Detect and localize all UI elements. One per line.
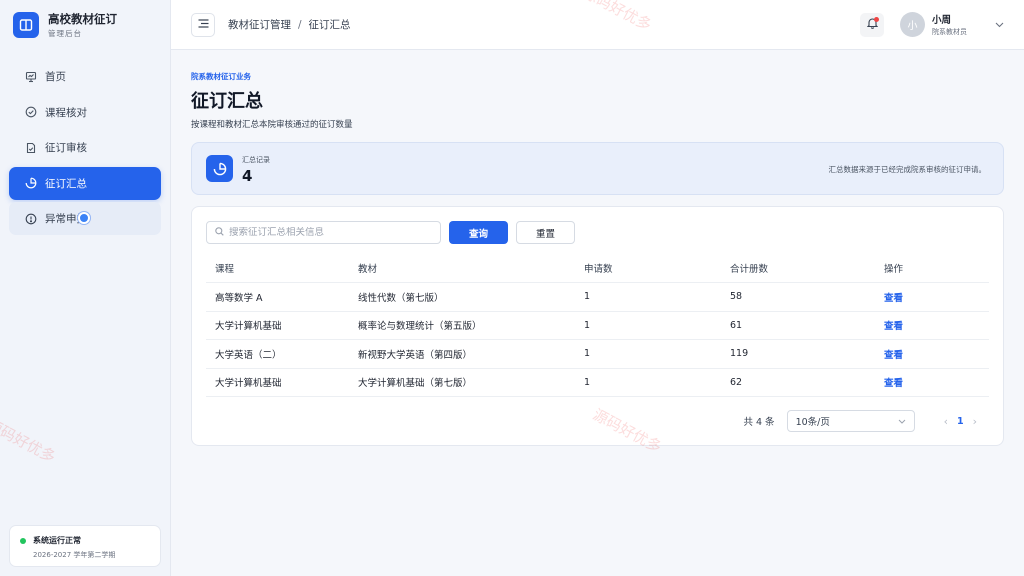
chevron-down-icon xyxy=(898,416,906,427)
table-row: 大学英语（二） 新视野大学英语（第四版） 1 119 查看 xyxy=(206,340,989,369)
cell-total-copies: 119 xyxy=(730,348,749,360)
cell-textbook: 线性代数（第七版） xyxy=(358,292,444,304)
cell-applications: 1 xyxy=(584,348,591,360)
sidebar-item-label: 课程核对 xyxy=(45,106,87,119)
summary-table: 课程 教材 申请数 合计册数 操作 高等数学 A 线性代数（第七版） 1 58 … xyxy=(206,254,989,397)
sidebar: 高校教材征订 管理后台 首页 课程核对 征订审核 征订汇总 异常申报 系统运行正… xyxy=(0,0,171,576)
prev-page-button[interactable]: ‹ xyxy=(944,415,948,428)
search-box[interactable] xyxy=(206,221,441,244)
alert-circle-icon xyxy=(24,212,37,225)
menu-toggle-button[interactable] xyxy=(191,12,215,37)
brand-title: 高校教材征订 xyxy=(48,11,117,26)
cell-textbook: 大学计算机基础（第七版） xyxy=(358,378,473,390)
cell-textbook: 新视野大学英语（第四版） xyxy=(358,349,473,361)
search-icon xyxy=(215,226,224,239)
cell-textbook: 概率论与数理统计（第五版） xyxy=(358,321,482,333)
brand-subtitle: 管理后台 xyxy=(48,28,82,38)
breadcrumb: 教材征订管理 / 征订汇总 xyxy=(228,17,351,32)
page-size-select[interactable]: 10条/页 xyxy=(786,410,915,432)
breadcrumb-separator: / xyxy=(298,18,302,31)
cell-course: 大学计算机基础 xyxy=(215,321,282,333)
column-header-actions: 操作 xyxy=(884,264,904,275)
cell-applications: 1 xyxy=(584,291,591,303)
page-description: 按课程和教材汇总本院审核通过的征订数量 xyxy=(191,120,353,130)
sidebar-item-course-check[interactable]: 课程核对 xyxy=(9,96,161,129)
pagination: 共 4 条 10条/页 ‹ 1 › xyxy=(743,410,986,432)
view-link[interactable]: 查看 xyxy=(884,293,903,304)
column-header-applications: 申请数 xyxy=(584,264,613,275)
table-row: 大学计算机基础 概率论与数理统计（第五版） 1 61 查看 xyxy=(206,312,989,340)
cell-applications: 1 xyxy=(584,376,591,388)
cell-applications: 1 xyxy=(584,319,591,331)
table-row: 大学计算机基础 大学计算机基础（第七版） 1 62 查看 xyxy=(206,369,989,397)
page-size-value: 10条/页 xyxy=(795,417,830,428)
sidebar-item-label: 征订汇总 xyxy=(45,177,87,190)
status-dot-icon xyxy=(20,537,26,544)
check-circle-icon xyxy=(24,106,37,119)
view-link[interactable]: 查看 xyxy=(884,378,903,389)
view-link[interactable]: 查看 xyxy=(884,321,903,332)
notification-badge xyxy=(874,16,879,22)
brand[interactable]: 高校教材征订 管理后台 xyxy=(0,0,170,50)
cell-total-copies: 58 xyxy=(730,291,743,303)
sidebar-item-order-summary[interactable]: 征订汇总 xyxy=(9,166,161,200)
document-check-icon xyxy=(24,141,37,154)
breadcrumb-current: 征订汇总 xyxy=(308,19,351,31)
cell-course: 大学英语（二） xyxy=(215,349,282,361)
pagination-total: 共 4 条 xyxy=(743,417,775,428)
column-header-course: 课程 xyxy=(215,264,235,275)
query-button[interactable]: 查询 xyxy=(449,221,508,244)
page-number-current[interactable]: 1 xyxy=(957,416,964,427)
cell-total-copies: 61 xyxy=(730,319,743,331)
book-icon xyxy=(13,12,39,38)
main-content: 院系教材征订业务 征订汇总 按课程和教材汇总本院审核通过的征订数量 汇总记录 4… xyxy=(191,50,1004,446)
column-header-total-copies: 合计册数 xyxy=(730,264,769,275)
status-term: 2026-2027 学年第二学期 xyxy=(33,551,116,559)
page-eyebrow: 院系教材征订业务 xyxy=(191,72,251,81)
pie-chart-icon xyxy=(24,177,37,190)
notification-button[interactable] xyxy=(860,12,884,37)
cell-course: 大学计算机基础 xyxy=(215,378,282,390)
sidebar-item-home[interactable]: 首页 xyxy=(9,60,161,93)
presentation-icon xyxy=(24,70,37,83)
summary-label: 汇总记录 xyxy=(242,156,270,164)
sidebar-item-label: 首页 xyxy=(45,71,66,83)
summary-table-panel: 查询 重置 课程 教材 申请数 合计册数 操作 高等数学 A 线性代数（第七版）… xyxy=(191,206,1004,446)
sidebar-nav: 首页 课程核对 征订审核 征订汇总 异常申报 xyxy=(0,60,170,235)
breadcrumb-item[interactable]: 教材征订管理 xyxy=(228,17,291,32)
sidebar-item-label: 征订审核 xyxy=(45,142,87,154)
avatar[interactable]: 小 xyxy=(900,12,925,37)
system-status-card: 系统运行正常 2026-2027 学年第二学期 xyxy=(9,525,161,567)
top-header: 教材征订管理 / 征订汇总 小 小周 院系教材员 xyxy=(171,0,1024,50)
table-row: 高等数学 A 线性代数（第七版） 1 58 查看 xyxy=(206,283,989,312)
user-name: 小周 xyxy=(932,15,952,26)
page-title: 征订汇总 xyxy=(191,91,263,112)
pointer-cursor xyxy=(78,212,90,224)
user-role: 院系教材员 xyxy=(932,28,967,36)
sidebar-item-order-review[interactable]: 征订审核 xyxy=(9,131,161,164)
reset-button[interactable]: 重置 xyxy=(516,221,575,244)
summary-note: 汇总数据来源于已经完成院系审核的征订申请。 xyxy=(828,165,987,174)
cell-course: 高等数学 A xyxy=(215,292,263,304)
chevron-down-icon[interactable] xyxy=(995,18,1004,31)
summary-card: 汇总记录 4 汇总数据来源于已经完成院系审核的征订申请。 xyxy=(191,142,1004,195)
menu-icon xyxy=(198,18,209,31)
pie-chart-icon xyxy=(206,155,233,182)
status-title: 系统运行正常 xyxy=(33,536,81,545)
summary-count: 4 xyxy=(242,167,253,185)
next-page-button[interactable]: › xyxy=(973,415,977,428)
column-header-textbook: 教材 xyxy=(358,264,378,275)
table-header-row: 课程 教材 申请数 合计册数 操作 xyxy=(206,254,989,283)
search-input[interactable] xyxy=(229,227,429,238)
view-link[interactable]: 查看 xyxy=(884,350,903,361)
cell-total-copies: 62 xyxy=(730,376,743,388)
